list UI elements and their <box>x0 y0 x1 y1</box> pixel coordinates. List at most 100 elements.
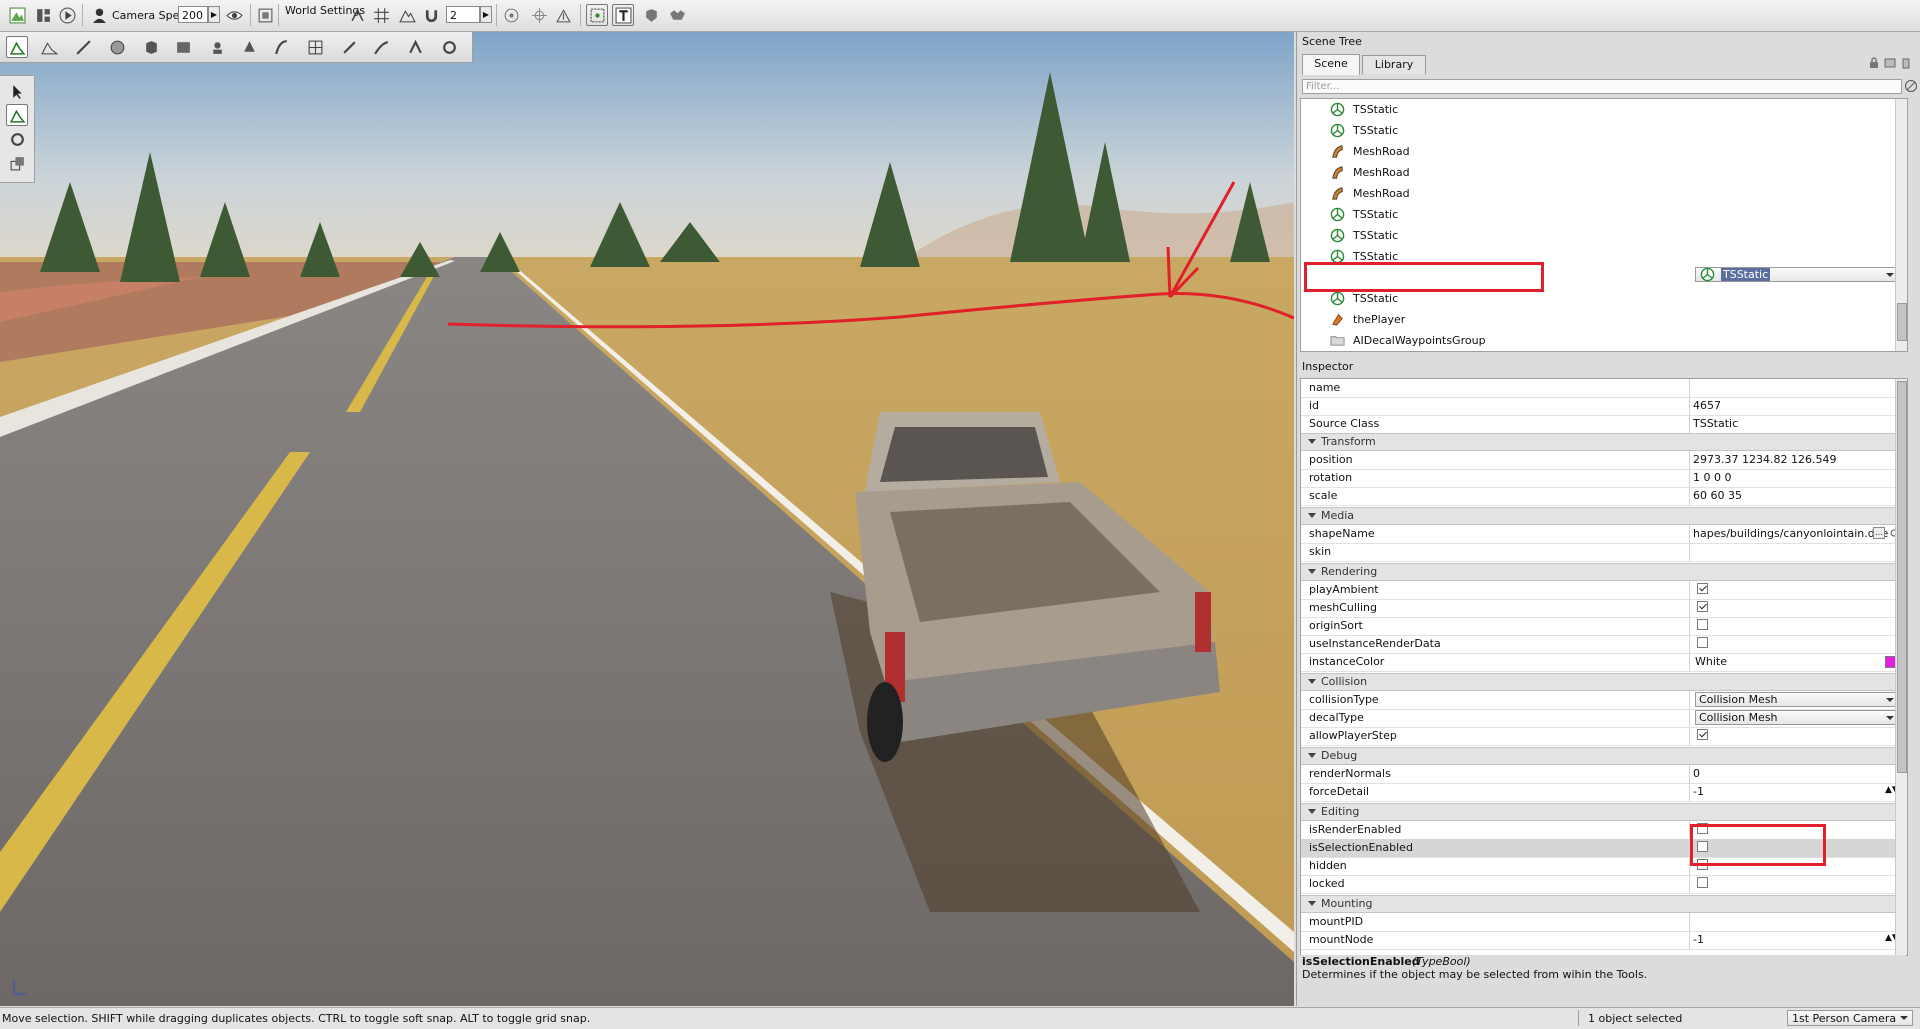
select-arrow-icon[interactable] <box>6 80 28 102</box>
lock-icon[interactable] <box>1868 57 1880 69</box>
selection-box-icon[interactable] <box>586 4 608 26</box>
visibility-eye-icon[interactable] <box>223 4 245 26</box>
field-use-instance-render-data: useInstanceRenderData <box>1301 635 1907 654</box>
scene-filter-input[interactable]: Filter... <box>1302 79 1902 94</box>
inspector-scrollbar[interactable] <box>1895 379 1907 955</box>
tree-item[interactable]: MeshRoad <box>1329 162 1412 183</box>
mesh-road-editor-icon[interactable] <box>270 36 292 58</box>
gui-editor-icon[interactable] <box>32 4 54 26</box>
locked-checkbox[interactable] <box>1697 877 1708 888</box>
origin-sort-checkbox[interactable] <box>1697 619 1708 630</box>
move-tool-icon[interactable] <box>6 104 28 126</box>
camera-mode-dropdown[interactable]: 1st Person Camera <box>1787 1010 1913 1026</box>
tree-item[interactable]: MeshRoad <box>1329 183 1412 204</box>
snap-settings-icon[interactable] <box>346 4 368 26</box>
path-editor-icon[interactable] <box>404 36 426 58</box>
world-transform-icon[interactable] <box>528 4 550 26</box>
text-labels-icon[interactable] <box>612 4 634 26</box>
status-selection-count: 1 object selected <box>1588 1012 1683 1025</box>
camera-speed-input[interactable]: 200 <box>178 6 208 23</box>
description-title: isSelectionEnabled <box>1302 955 1420 968</box>
inspector-grid: name id 4657 Source Class TSStatic Transfo… <box>1300 378 1908 956</box>
scene-render[interactable] <box>0 32 1294 1006</box>
tree-item[interactable]: thePlayer <box>1329 309 1407 330</box>
tab-scene[interactable]: Scene <box>1302 54 1360 75</box>
play-game-icon[interactable] <box>56 4 78 26</box>
group-debug[interactable]: Debug <box>1301 747 1907 765</box>
group-mounting[interactable]: Mounting <box>1301 895 1907 913</box>
terrain-snap-icon[interactable] <box>396 4 418 26</box>
tree-item-selected[interactable]: TSStatic <box>1695 267 1899 282</box>
datablock-editor-icon[interactable] <box>172 36 194 58</box>
scene-tree-scrollbar[interactable] <box>1895 99 1907 351</box>
use-instance-render-data-checkbox[interactable] <box>1697 637 1708 648</box>
editor-palette-bar <box>0 32 473 63</box>
physics-pause-icon[interactable] <box>666 4 688 26</box>
decal-editor-icon[interactable] <box>206 36 228 58</box>
tree-item[interactable]: TSStatic <box>1329 204 1400 225</box>
river-editor-icon[interactable] <box>338 36 360 58</box>
tsstatic-icon <box>1329 123 1345 139</box>
field-mesh-culling: meshCulling <box>1301 599 1907 618</box>
field-name[interactable]: name <box>1301 379 1907 398</box>
browse-file-button[interactable]: … <box>1873 527 1885 539</box>
field-position[interactable]: position 2973.37 1234.82 126.549 <box>1301 451 1907 470</box>
clear-filter-icon[interactable] <box>1904 79 1918 93</box>
field-skin[interactable]: skin <box>1301 543 1907 562</box>
field-shape-name[interactable]: shapeName hapes/buildings/canyonlointain.… <box>1301 525 1907 544</box>
magnet-icon[interactable] <box>420 4 442 26</box>
tree-item[interactable]: TSStatic <box>1329 225 1400 246</box>
material-editor-icon[interactable] <box>106 36 128 58</box>
tree-item[interactable]: TSStatic <box>1329 120 1400 141</box>
tree-item[interactable]: AIDecalWaypointsGroup <box>1329 330 1488 351</box>
drop-at-icon[interactable] <box>552 4 574 26</box>
sketch-tool-icon[interactable] <box>140 36 162 58</box>
road-editor-icon[interactable] <box>370 36 392 58</box>
forest-editor-icon[interactable] <box>238 36 260 58</box>
field-scale[interactable]: scale 60 60 35 <box>1301 487 1907 506</box>
group-transform[interactable]: Transform <box>1301 433 1907 451</box>
allow-player-step-checkbox[interactable] <box>1697 729 1708 740</box>
3d-viewport[interactable] <box>0 32 1294 1006</box>
field-origin-sort: originSort <box>1301 617 1907 636</box>
field-mount-node[interactable]: mountNode -1 ▲▼ <box>1301 931 1907 950</box>
group-collision[interactable]: Collision <box>1301 673 1907 691</box>
tree-item[interactable]: MeshRoad <box>1329 141 1412 162</box>
terrain-editor-icon[interactable] <box>38 36 60 58</box>
terrain-painter-icon[interactable] <box>72 36 94 58</box>
status-hint: Move selection. SHIFT while dragging dup… <box>2 1012 591 1025</box>
grid-snap-icon[interactable] <box>370 4 392 26</box>
group-media[interactable]: Media <box>1301 507 1907 525</box>
field-mount-pid[interactable]: mountPID <box>1301 913 1907 932</box>
field-collision-type: collisionType Collision Mesh <box>1301 691 1907 710</box>
play-ambient-checkbox[interactable] <box>1697 583 1708 594</box>
field-render-normals[interactable]: renderNormals 0 <box>1301 765 1907 784</box>
grid-size-input[interactable]: 2 <box>446 6 480 23</box>
mesh-culling-checkbox[interactable] <box>1697 601 1708 612</box>
physics-play-icon[interactable] <box>640 4 662 26</box>
tab-library[interactable]: Library <box>1362 55 1426 74</box>
world-editor-icon[interactable] <box>6 4 28 26</box>
group-rendering[interactable]: Rendering <box>1301 563 1907 581</box>
object-editor-icon[interactable] <box>6 36 28 58</box>
field-description: isSelectionEnabled (TypeBool) Determines… <box>1300 955 1906 1003</box>
particle-editor-icon[interactable] <box>438 36 460 58</box>
decal-type-dropdown[interactable]: Collision Mesh <box>1695 710 1899 725</box>
description-type: (TypeBool) <box>1412 955 1471 968</box>
camera-speed-increment[interactable]: ▶ <box>208 6 220 23</box>
collision-type-dropdown[interactable]: Collision Mesh <box>1695 692 1899 707</box>
tree-item[interactable]: TSStatic <box>1329 99 1400 120</box>
fit-camera-icon[interactable] <box>254 4 276 26</box>
delete-icon[interactable] <box>1900 57 1912 69</box>
field-force-detail[interactable]: forceDetail -1 ▲▼ <box>1301 783 1907 802</box>
grid-size-increment[interactable]: ▶ <box>480 6 492 23</box>
field-instance-color[interactable]: instanceColor White <box>1301 653 1907 672</box>
new-group-icon[interactable] <box>1884 57 1896 69</box>
scale-tool-icon[interactable] <box>6 152 28 174</box>
rotate-tool-icon[interactable] <box>6 128 28 150</box>
object-center-icon[interactable] <box>500 4 522 26</box>
group-editing[interactable]: Editing <box>1301 803 1907 821</box>
field-rotation[interactable]: rotation 1 0 0 0 <box>1301 469 1907 488</box>
navmesh-editor-icon[interactable] <box>304 36 326 58</box>
camera-speed-icon <box>88 4 110 26</box>
